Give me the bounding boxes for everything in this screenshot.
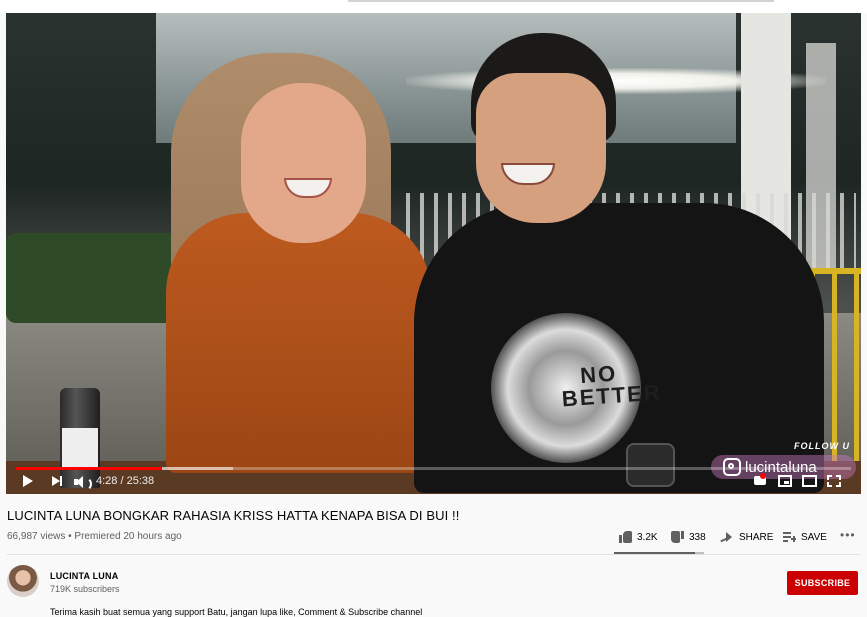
video-frame: NO BETTER FOLLOW U lucintaluna	[6, 13, 861, 494]
dislike-button[interactable]: 338	[671, 531, 711, 545]
save-label: SAVE	[801, 532, 827, 543]
woman-body	[166, 213, 431, 473]
share-label: SHARE	[739, 532, 774, 543]
video-actions: 3.2K 338 SHARE SAVE	[619, 528, 859, 545]
share-icon	[720, 532, 732, 542]
video-description: Terima kasih buat semua yang support Bat…	[50, 607, 423, 617]
man-face	[476, 73, 606, 223]
theater-icon[interactable]	[802, 475, 817, 487]
thumb-down-icon	[671, 531, 684, 543]
share-button[interactable]: SHARE	[720, 531, 774, 545]
subscribe-button[interactable]: SUBSCRIBE	[787, 571, 858, 595]
save-button[interactable]: SAVE	[783, 531, 828, 545]
divider	[7, 554, 860, 555]
save-icon	[783, 532, 796, 542]
more-icon	[840, 528, 856, 542]
more-actions-button[interactable]	[840, 528, 856, 545]
next-icon[interactable]	[52, 476, 64, 488]
avatar[interactable]	[7, 565, 39, 597]
video-title: LUCINTA LUNA BONGKAR RAHASIA KRISS HATTA…	[7, 508, 460, 523]
dislike-count: 338	[689, 532, 706, 543]
channel-name[interactable]: LUCINTA LUNA	[50, 571, 118, 581]
player-controls: 4:28 / 25:38	[6, 471, 861, 494]
video-player[interactable]: NO BETTER FOLLOW U lucintaluna 4:28 / 25…	[6, 13, 861, 494]
thumb-up-icon	[619, 531, 632, 543]
cc-icon[interactable]	[753, 473, 767, 487]
right-controls	[753, 473, 853, 491]
search-box-edge[interactable]	[348, 0, 774, 2]
shirt-text: NO BETTER	[560, 360, 663, 412]
progress-bar[interactable]	[16, 467, 851, 470]
miniplayer-icon[interactable]	[778, 475, 792, 487]
like-button[interactable]: 3.2K	[619, 531, 659, 545]
masthead	[0, 0, 867, 13]
time-display: 4:28 / 25:38	[96, 475, 155, 487]
video-meta: 66,987 views • Premiered 20 hours ago	[7, 531, 182, 542]
bottle-label	[62, 428, 98, 468]
subscriber-count: 719K subscribers	[50, 584, 120, 594]
volume-waves	[84, 477, 92, 491]
volume-icon[interactable]	[74, 475, 92, 491]
follow-text: FOLLOW U	[794, 441, 850, 451]
woman-face	[241, 83, 366, 243]
fullscreen-icon[interactable]	[827, 475, 841, 487]
like-count: 3.2K	[637, 532, 658, 543]
progress-played	[16, 467, 163, 470]
play-icon[interactable]	[23, 475, 33, 487]
